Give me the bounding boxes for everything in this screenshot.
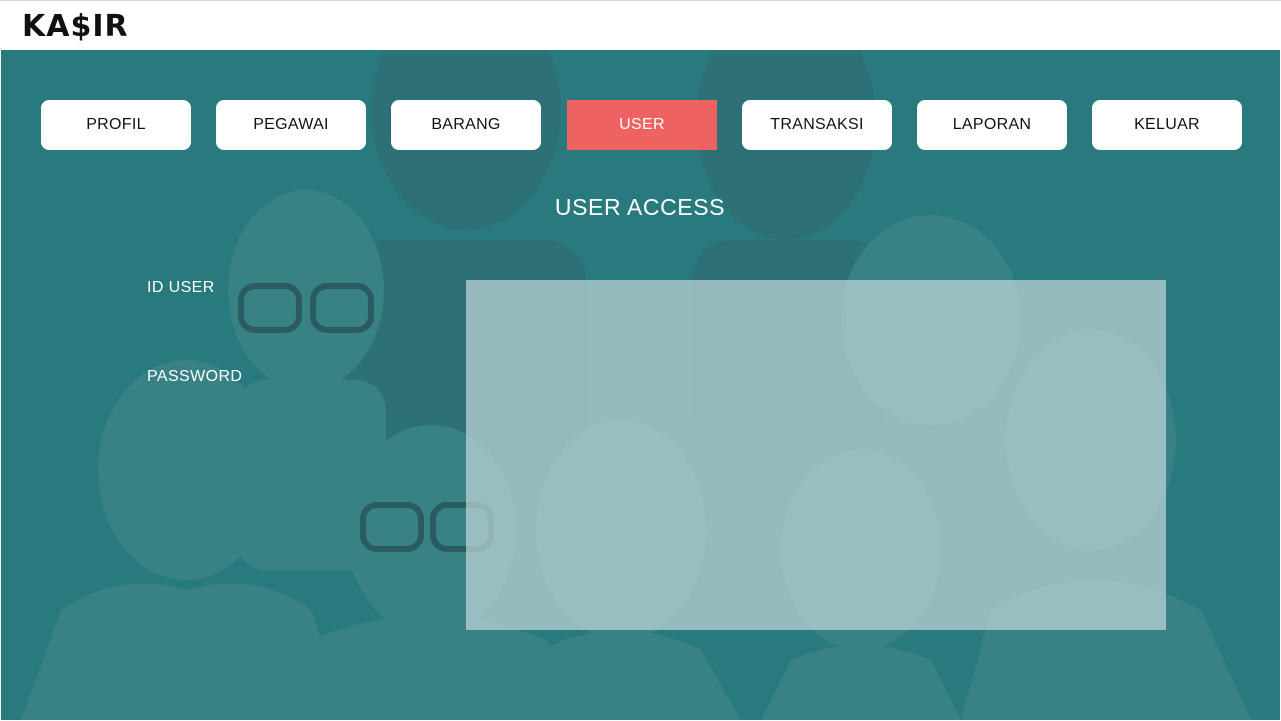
app-logo: KA$IR — [22, 9, 129, 44]
user-access-panel — [466, 280, 1166, 630]
nav-keluar-button[interactable]: KELUAR — [1092, 100, 1242, 150]
top-bar: KA$IR — [0, 0, 1281, 50]
nav-user-button[interactable]: USER — [567, 100, 717, 150]
nav-pegawai-button[interactable]: PEGAWAI — [216, 100, 366, 150]
nav-profil-button[interactable]: PROFIL — [41, 100, 191, 150]
main-area: PROFIL PEGAWAI BARANG USER TRANSAKSI LAP… — [1, 50, 1280, 720]
page-title: USER ACCESS — [554, 194, 726, 220]
id-user-label: ID USER — [147, 279, 215, 296]
password-label: PASSWORD — [147, 368, 243, 385]
nav-barang-button[interactable]: BARANG — [391, 100, 541, 150]
nav-transaksi-button[interactable]: TRANSAKSI — [742, 100, 892, 150]
nav-laporan-button[interactable]: LAPORAN — [917, 100, 1067, 150]
